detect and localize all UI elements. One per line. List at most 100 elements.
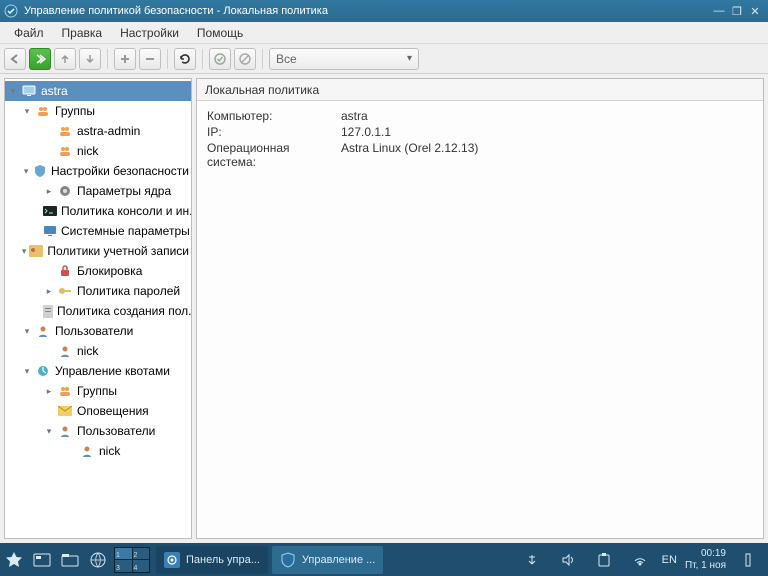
gear-icon	[57, 183, 73, 199]
chevron-down-icon[interactable]: ▾	[21, 165, 31, 177]
tree-root-label: astra	[41, 84, 68, 98]
monitor-icon	[43, 223, 57, 239]
tree-item-label: Политики учетной записи	[47, 244, 189, 258]
tray-volume-icon[interactable]	[554, 546, 582, 574]
tree-account-policies[interactable]: ▾ Политики учетной записи	[19, 241, 191, 261]
refresh-button[interactable]	[174, 48, 196, 70]
window-title: Управление политикой безопасности - Лока…	[24, 5, 328, 17]
toolbar: Все	[0, 44, 768, 74]
tree-quota-users[interactable]: ▾ Пользователи	[41, 421, 191, 441]
chevron-down-icon[interactable]: ▾	[21, 105, 33, 117]
chevron-down-icon[interactable]: ▾	[7, 85, 19, 97]
users-group-icon	[35, 103, 51, 119]
tray-clipboard-icon[interactable]	[590, 546, 618, 574]
tree-group-item[interactable]: nick	[41, 141, 191, 161]
taskbar-app-label: Панель упра...	[186, 554, 260, 566]
tree-item-label: Управление квотами	[55, 364, 170, 378]
menu-edit[interactable]: Правка	[54, 24, 111, 42]
computer-value: astra	[341, 109, 368, 123]
tray-clock[interactable]: 00:19 Пт, 1 ноя	[685, 548, 726, 572]
menu-settings[interactable]: Настройки	[112, 24, 187, 42]
add-button[interactable]	[114, 48, 136, 70]
chevron-right-icon[interactable]: ▸	[43, 285, 55, 297]
tree-panel[interactable]: ▾ astra ▾ Группы astra-admin	[4, 78, 192, 539]
workspace-switcher[interactable]: 1 2 3 4	[114, 547, 150, 573]
taskbar-app-label: Управление ...	[302, 554, 375, 566]
computer-icon	[21, 83, 37, 99]
tree-lock[interactable]: Блокировка	[41, 261, 191, 281]
tree-kernel-params[interactable]: ▸ Параметры ядра	[41, 181, 191, 201]
menu-file[interactable]: Файл	[6, 24, 52, 42]
taskbar-app-control-panel[interactable]: Панель упра...	[156, 546, 268, 574]
tree-group-item[interactable]: astra-admin	[41, 121, 191, 141]
users-group-icon	[57, 383, 73, 399]
tray-session-icon[interactable]	[734, 546, 762, 574]
tray-network-icon[interactable]	[626, 546, 654, 574]
chevron-down-icon[interactable]: ▾	[21, 325, 33, 337]
terminal-icon	[43, 203, 57, 219]
tree-item-label: Группы	[55, 104, 95, 118]
tree-item-label: Параметры ядра	[77, 184, 171, 198]
tree-creation-policy[interactable]: Политика создания пол...	[41, 301, 191, 321]
tree-item-label: Пользователи	[77, 424, 155, 438]
apply-button[interactable]	[209, 48, 231, 70]
quota-icon	[35, 363, 51, 379]
users-group-icon	[57, 123, 73, 139]
tree-quota-notify[interactable]: Оповещения	[41, 401, 191, 421]
tree-item-label: Политика паролей	[77, 284, 180, 298]
remove-button[interactable]	[139, 48, 161, 70]
content-panel: Локальная политика Компьютер:astra IP:12…	[196, 78, 764, 539]
clock-date: Пт, 1 ноя	[685, 560, 726, 572]
tree-item-label: nick	[77, 344, 98, 358]
menu-help[interactable]: Помощь	[189, 24, 251, 42]
tree-security-settings[interactable]: ▾ Настройки безопасности	[19, 161, 191, 181]
titlebar[interactable]: Управление политикой безопасности - Лока…	[0, 0, 768, 22]
taskbar: 1 2 3 4 Панель упра... Управление ... EN…	[0, 543, 768, 576]
user-icon	[57, 343, 73, 359]
tree-item-label: Блокировка	[77, 264, 142, 278]
tree-item-label: Политика консоли и ин...	[61, 204, 192, 218]
close-button[interactable]: ✕	[746, 3, 764, 19]
tree-item-label: nick	[99, 444, 120, 458]
chevron-down-icon[interactable]: ▾	[21, 245, 27, 257]
content-header: Локальная политика	[197, 79, 763, 101]
maximize-button[interactable]: ❐	[728, 3, 746, 19]
tree-console-policy[interactable]: Политика консоли и ин...	[41, 201, 191, 221]
nav-back-button[interactable]	[4, 48, 26, 70]
tree-quota[interactable]: ▾ Управление квотами	[19, 361, 191, 381]
chevron-down-icon[interactable]: ▾	[21, 365, 33, 377]
tree-user-item[interactable]: nick	[63, 441, 191, 461]
app-window: Управление политикой безопасности - Лока…	[0, 0, 768, 543]
user-icon	[35, 323, 51, 339]
tree-password-policy[interactable]: ▸ Политика паролей	[41, 281, 191, 301]
nav-up-button[interactable]	[54, 48, 76, 70]
filter-label: Все	[276, 52, 297, 66]
tree-quota-groups[interactable]: ▸Группы	[41, 381, 191, 401]
tree-user-item[interactable]: nick	[41, 341, 191, 361]
filter-combo[interactable]: Все	[269, 48, 419, 70]
menubar: Файл Правка Настройки Помощь	[0, 22, 768, 44]
start-button[interactable]	[0, 546, 28, 574]
browser-button[interactable]	[84, 546, 112, 574]
tray-usb-icon[interactable]	[518, 546, 546, 574]
tree-root[interactable]: ▾ astra	[5, 81, 191, 101]
nav-forward-button[interactable]	[29, 48, 51, 70]
tree-system-params[interactable]: Системные параметры	[41, 221, 191, 241]
taskbar-app-security-policy[interactable]: Управление ...	[272, 546, 383, 574]
show-desktop-button[interactable]	[28, 546, 56, 574]
chevron-down-icon[interactable]: ▾	[43, 425, 55, 437]
chevron-right-icon[interactable]: ▸	[43, 185, 55, 197]
user-card-icon	[29, 243, 43, 259]
tree-groups[interactable]: ▾ Группы	[19, 101, 191, 121]
minimize-button[interactable]: —	[710, 3, 728, 19]
chevron-right-icon[interactable]: ▸	[43, 385, 55, 397]
file-manager-button[interactable]	[56, 546, 84, 574]
lock-icon	[57, 263, 73, 279]
key-icon	[57, 283, 73, 299]
tray-lang[interactable]: EN	[662, 554, 677, 566]
mail-icon	[57, 403, 73, 419]
cancel-button[interactable]	[234, 48, 256, 70]
tree-item-label: Системные параметры	[61, 224, 190, 238]
nav-down-button[interactable]	[79, 48, 101, 70]
tree-users[interactable]: ▾ Пользователи	[19, 321, 191, 341]
